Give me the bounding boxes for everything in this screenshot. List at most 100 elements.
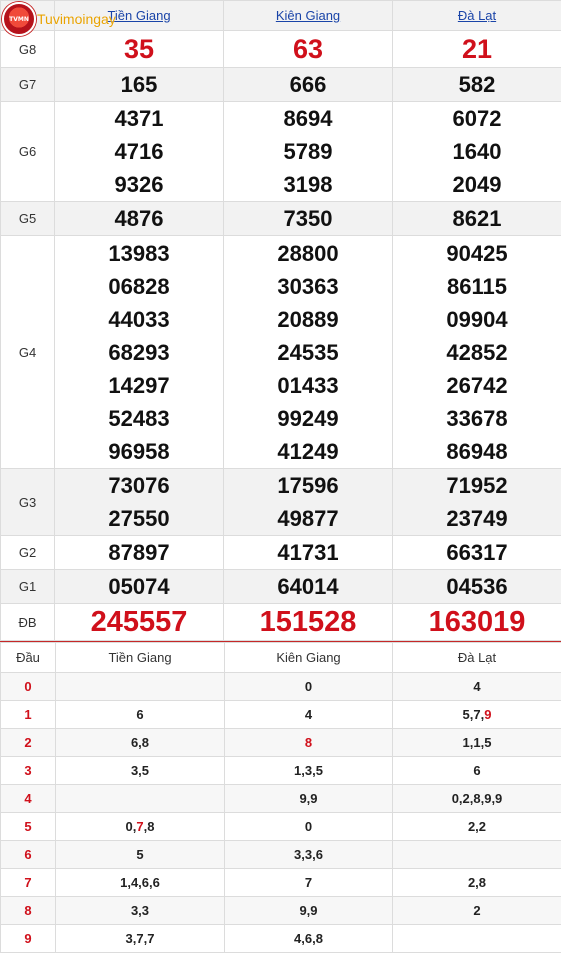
loto-digits: 0 [304, 679, 313, 694]
loto-cell: 0,2,8,9,9 [392, 784, 561, 813]
loto-digits: 0, [125, 819, 137, 834]
prize-cell: 8694 5789 3198 [223, 101, 393, 202]
province-header[interactable]: Đà Lạt [392, 0, 561, 31]
loto-cell: 5,7,9 [392, 700, 561, 729]
loto-row: 7 1,4,6,6 7 2,8 [0, 868, 561, 897]
loto-cell: 3,3 [55, 896, 225, 925]
loto-dau: 6 [0, 840, 56, 869]
loto-digits: 6,8 [130, 735, 150, 750]
prize-number: 582 [458, 72, 496, 97]
loto-cell: 2,8 [392, 868, 561, 897]
prize-cell: 41731 [223, 535, 393, 570]
loto-header-dau: Đầu [0, 642, 56, 673]
loto-cell: 0 [224, 672, 393, 701]
prize-label: G2 [0, 535, 55, 570]
loto-row: 4 9,9 0,2,8,9,9 [0, 784, 561, 813]
loto-row: 6 5 3,3,6 [0, 840, 561, 869]
prize-cell: 4371 4716 9326 [54, 101, 224, 202]
prize-number: 9326 [114, 172, 164, 197]
prize-cell: 13983 06828 44033 68293 14297 52483 96958 [54, 235, 224, 469]
prize-number: 3198 [283, 172, 333, 197]
prize-number: 73076 [108, 473, 170, 498]
prize-row: G7 165 666 582 [0, 67, 561, 102]
loto-cell: 3,3,6 [224, 840, 393, 869]
loto-digits: 0,2,8,9,9 [451, 791, 503, 806]
prize-number: 245557 [90, 605, 188, 638]
loto-cell: 4,6,8 [224, 924, 393, 953]
prize-number: 01433 [277, 372, 339, 398]
loto-row: 0 0 4 [0, 672, 561, 701]
loto-row: 3 3,5 1,3,5 6 [0, 756, 561, 785]
prize-label: G5 [0, 201, 55, 236]
loto-digits: 3,3,6 [294, 847, 323, 862]
prize-cell: 73076 27550 [54, 468, 224, 536]
loto-digits: 9,9 [299, 791, 318, 806]
loto-cell: 9,9 [224, 784, 393, 813]
province-link[interactable]: Đà Lạt [458, 8, 496, 23]
loto-digits: 2,8 [467, 875, 487, 890]
prize-number: 05074 [108, 574, 170, 599]
prize-label: ĐB [0, 603, 55, 641]
prize-number: 41249 [277, 438, 339, 464]
loto-digits: 9 [484, 707, 492, 722]
loto-header-province: Kiên Giang [224, 642, 393, 673]
prize-label: G3 [0, 468, 55, 536]
prize-label: G6 [0, 101, 55, 202]
loto-digits: 6 [473, 763, 481, 778]
loto-cell: 0,7,8 [55, 812, 225, 841]
loto-cell [392, 840, 561, 869]
prize-cell: 05074 [54, 569, 224, 604]
loto-row: 5 0,7,8 0 2,2 [0, 812, 561, 841]
loto-dau: 9 [0, 924, 56, 953]
province-link[interactable]: Kiên Giang [276, 8, 340, 23]
loto-digits: 5 [136, 847, 144, 862]
loto-cell: 9,9 [224, 896, 393, 925]
prize-row: G3 73076 27550 17596 49877 71952 23749 [0, 468, 561, 536]
loto-cell: 3,5 [55, 756, 225, 785]
loto-dau: 8 [0, 896, 56, 925]
loto-digits: 1,1,5 [462, 735, 492, 750]
prize-number: 23749 [446, 506, 508, 531]
prize-number: 26742 [446, 372, 508, 398]
province-header[interactable]: Kiên Giang [223, 0, 393, 31]
prize-cell: 35 [54, 30, 224, 68]
prize-number: 7350 [283, 206, 333, 231]
province-link[interactable]: Tiền Giang [107, 8, 170, 23]
prize-number: 42852 [446, 339, 508, 365]
prize-number: 63 [292, 33, 324, 64]
prize-cell: 165 [54, 67, 224, 102]
prize-row: G1 05074 64014 04536 [0, 569, 561, 604]
loto-digits: 3,7,7 [125, 931, 155, 946]
site-logo[interactable]: TVMN Tuvimoingay [2, 2, 116, 36]
loto-cell: 6 [392, 756, 561, 785]
prize-cell: 66317 [392, 535, 561, 570]
loto-digits: 3,3 [130, 903, 150, 918]
loto-dau: 0 [0, 672, 56, 701]
logo-text: Tuvimoingay [37, 11, 116, 27]
prize-number: 1640 [452, 139, 502, 164]
loto-cell: 8 [224, 728, 393, 757]
prize-number: 04536 [446, 574, 508, 599]
prize-label: G1 [0, 569, 55, 604]
prize-cell: 245557 [54, 603, 224, 641]
loto-digits: 3,5 [130, 763, 150, 778]
prize-number: 27550 [108, 506, 170, 531]
prize-label: G8 [0, 30, 55, 68]
prize-cell: 6072 1640 2049 [392, 101, 561, 202]
prize-number: 96958 [108, 438, 170, 464]
prize-cell: 28800 30363 20889 24535 01433 99249 41249 [223, 235, 393, 469]
loto-digits: 4,6,8 [294, 931, 323, 946]
prize-cell: 87897 [54, 535, 224, 570]
prize-number: 21 [461, 33, 493, 64]
loto-dau: 2 [0, 728, 56, 757]
prize-cell: 163019 [392, 603, 561, 641]
prize-cell: 90425 86115 09904 42852 26742 33678 86948 [392, 235, 561, 469]
loto-digits: 1,4,6,6 [120, 875, 160, 890]
loto-cell: 6,8 [55, 728, 225, 757]
loto-cell: 4 [392, 672, 561, 701]
prize-cell: 7350 [223, 201, 393, 236]
prize-row: G5 4876 7350 8621 [0, 201, 561, 236]
prize-row: G2 87897 41731 66317 [0, 535, 561, 570]
loto-header-province: Đà Lạt [392, 642, 561, 673]
prize-cell: 21 [392, 30, 561, 68]
